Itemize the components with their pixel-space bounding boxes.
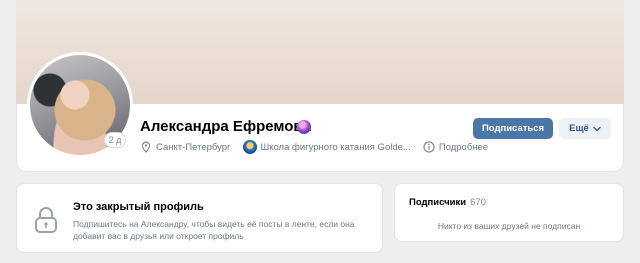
school-text: Школа фигурного катания Golde... [260,141,411,153]
verified-badge-icon[interactable] [297,120,311,134]
closed-profile-description: Подпишитесь на Александру, чтобы видеть … [73,219,355,241]
subscribers-empty-text: Никто из ваших друзей не подписан [437,221,581,231]
closed-profile-title: Это закрытый профиль [73,201,204,213]
last-seen-badge: 2 д [104,132,126,148]
lock-icon [35,207,57,233]
subscribers-title: Подписчики [409,197,467,208]
details-text: Подробнее [438,141,489,153]
more-button[interactable]: Ещё [559,118,611,139]
subscribers-card: Подписчики 670 Никто из ваших друзей не п… [394,183,624,242]
closed-profile-card: Это закрытый профиль Подпишитесь на Алек… [16,183,383,253]
subscribers-count: 670 [470,197,486,208]
chevron-down-icon [593,126,601,131]
subscribers-header[interactable]: Подписчики 670 [409,197,486,208]
profile-name: Александра Ефремова [140,118,311,135]
info-icon [423,141,435,153]
location-pin-icon [141,141,151,153]
profile-meta-row: Санкт-Петербург Школа фигурного катания … [140,140,500,154]
school-item[interactable]: Школа фигурного катания Golde... [242,140,411,154]
school-logo-icon [242,140,257,154]
details-link[interactable]: Подробнее [423,141,488,153]
subscribe-button[interactable]: Подписаться [473,118,553,139]
city-text: Санкт-Петербург [156,141,231,153]
last-seen-text: 2 д [108,135,122,145]
city-item[interactable]: Санкт-Петербург [140,141,231,153]
more-label: Ещё [569,123,589,134]
